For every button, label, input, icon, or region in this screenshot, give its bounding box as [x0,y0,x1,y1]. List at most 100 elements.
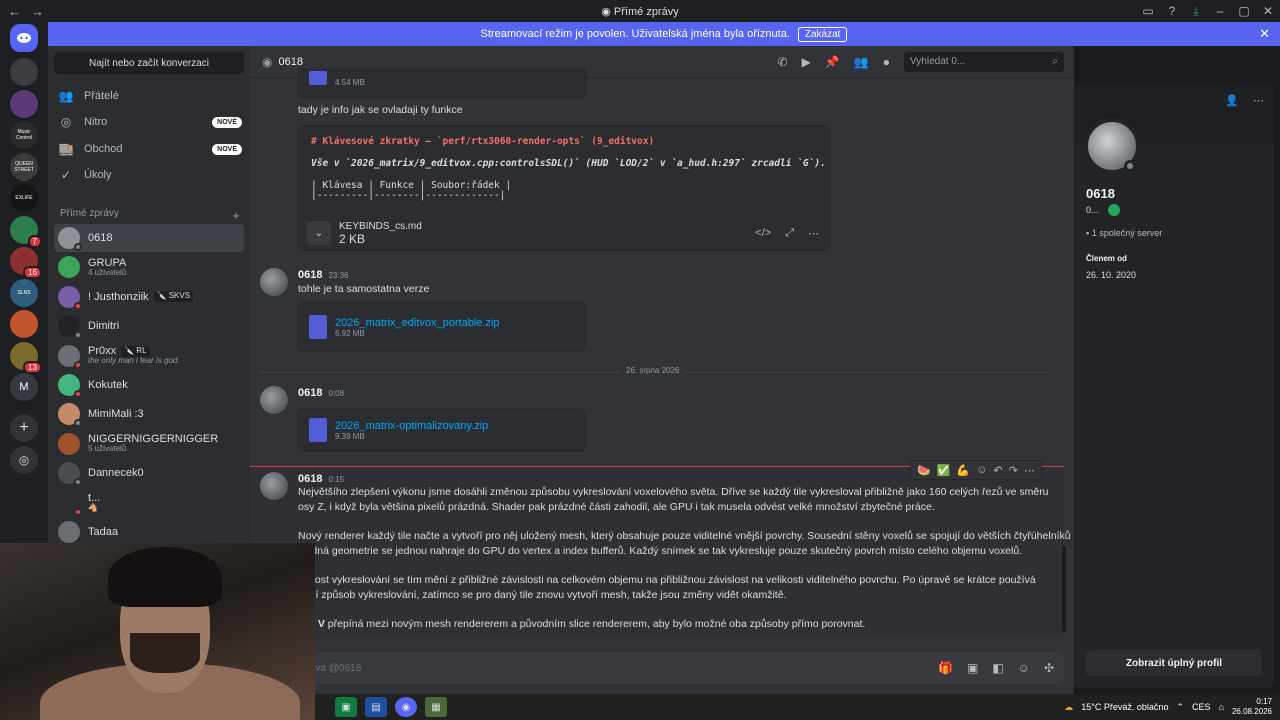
watermelon-reaction-icon[interactable]: 🍉 [917,464,931,477]
dm-item[interactable]: NIGGERNIGGERNIGGER 5 uživatelů [54,430,244,458]
add-server-button[interactable]: + [10,414,38,442]
message-composer[interactable]: áva @0618 🎁 ▣ ◧ ☺ ✣ [260,652,1064,684]
server-icon[interactable]: Music Control [10,121,38,149]
file-link[interactable]: 2026_matrix-optimalizovany.zip [335,420,488,432]
taskbar-app-icon[interactable]: ▣ [335,697,357,717]
mutual-servers[interactable]: ▪ 1 společný server [1086,228,1162,238]
clock[interactable]: 0:17 26.08.2026 [1232,697,1272,716]
view-code-icon[interactable]: </> [755,227,771,240]
file-attachment-top[interactable]: 4.54 MB [298,68,586,98]
message-author[interactable]: 0618 23:36 [298,269,349,281]
file-link[interactable]: 2026_matrix_editvox_portable.zip [335,317,500,329]
server-icon[interactable] [10,58,38,86]
profile-more-icon[interactable]: ⋯ [1253,94,1264,107]
server-icon[interactable]: EXLIFE [10,184,38,212]
taskbar-app-icon[interactable]: ▤ [365,697,387,717]
taskbar-discord-icon[interactable]: ◉ [395,697,417,717]
server-icon[interactable]: 7 [10,215,42,248]
message-author[interactable]: 0618 0:15 [298,473,344,485]
dm-item[interactable]: Dannecek0 [54,459,244,487]
message-author[interactable]: 0618 0:08 [298,387,344,399]
explore-servers-button[interactable]: ◎ [10,446,38,474]
minimize-button[interactable]: – [1208,0,1232,22]
network-icon[interactable]: ⌂ [1219,702,1224,712]
language-indicator[interactable]: CES [1192,702,1211,712]
help-icon[interactable]: ? [1160,0,1184,22]
nav-item-nitro[interactable]: ◎ Nitro NOVÉ [58,110,242,134]
video-call-icon[interactable]: ▶ [802,55,811,69]
zip-file-icon [309,418,327,442]
server-label: SLNS [17,289,31,296]
home-button[interactable] [10,24,38,52]
unread-badge: 7 [27,234,42,248]
nav-item-friends[interactable]: 👥 Přátelé [58,84,242,108]
close-banner-icon[interactable]: ✕ [1259,26,1270,42]
dm-item[interactable]: 0618 [54,224,244,252]
emoji-icon[interactable]: ☺ [1018,661,1030,675]
dm-item[interactable]: Dimitri [54,312,244,340]
gift-icon[interactable]: 🎁 [938,661,953,675]
dm-item[interactable]: GRUPA 4 uživatelů [54,253,244,281]
avatar[interactable] [260,386,288,414]
chat-search-input[interactable]: Vyhledat 0... ⌕ [904,51,1064,72]
nav-item-quests[interactable]: ✓ Úkoly [58,163,242,187]
download-icon[interactable]: ⤓ [1184,0,1208,22]
server-icon[interactable]: M [10,373,38,401]
author-name[interactable]: 0618 [298,269,322,281]
view-full-profile-button[interactable]: Zobrazit úplný profil [1086,650,1262,676]
dm-item[interactable]: t... 🐴 [54,489,244,517]
inbox-icon[interactable]: ▭ [1136,0,1160,22]
status-dot [74,243,82,251]
avatar[interactable] [260,472,288,500]
forward-icon[interactable]: → [31,4,44,19]
apps-icon[interactable]: ✣ [1044,661,1054,675]
server-icon[interactable] [10,89,38,118]
close-window-button[interactable]: ✕ [1256,0,1280,22]
create-dm-icon[interactable]: + [232,208,240,223]
user-profile-icon[interactable]: ● [883,55,890,69]
server-icon[interactable]: SLNS [10,278,38,307]
dm-item[interactable]: ! Justhonziik 🔪 SKVS [54,283,244,311]
code-file-name[interactable]: KEYBINDS_cs.md [339,221,422,232]
more-icon[interactable]: ⋯ [808,227,819,240]
pinned-icon[interactable]: 📌 [825,55,840,69]
taskbar-app-icon[interactable]: ▦ [425,697,447,717]
clan-tag: 🔪 RL [121,345,150,357]
chat-scrollbar[interactable] [1062,546,1066,632]
maximize-button[interactable]: ▢ [1232,0,1256,22]
forward-icon[interactable]: ↷ [1009,464,1018,477]
server-icon[interactable]: QUEEN STREET [10,152,38,181]
dm-item[interactable]: Kokutek [54,371,244,399]
author-name[interactable]: 0618 [298,473,322,485]
voice-call-icon[interactable]: ✆ [778,55,788,69]
file-attachment[interactable]: 2026_matrix_editvox_portable.zip 6.92 MB [298,302,586,352]
find-conversation-button[interactable]: Najít nebo začít konverzaci [54,52,244,74]
more-actions-icon[interactable]: ⋯ [1024,464,1035,477]
mutual-servers-text: 1 společný server [1091,228,1163,238]
dm-item[interactable]: MimiMali :3 [54,400,244,428]
weather-text[interactable]: 15°C Převáž. oblačno [1081,702,1168,712]
dm-item[interactable]: Pr0xx 🔪 RL the only man i fear is god. [54,342,244,370]
open-external-icon[interactable]: ⤢ [785,227,794,240]
nav-item-shop[interactable]: 🏬 Obchod NOVÉ [58,137,242,161]
expand-chevron-icon[interactable]: ⌄ [307,221,331,245]
gif-icon[interactable]: ▣ [967,661,978,675]
server-icon[interactable]: 13 [10,341,42,374]
sticker-icon[interactable]: ◧ [992,661,1003,675]
server-icon[interactable] [10,310,38,338]
file-attachment[interactable]: 2026_matrix-optimalizovany.zip 9.39 MB [298,408,586,452]
reply-icon[interactable]: ↶ [993,464,1002,477]
muscle-reaction-icon[interactable]: 💪 [956,464,970,477]
tray-chevron-icon[interactable]: ⌃ [1176,702,1184,713]
key-highlight: V [317,618,325,630]
avatar[interactable] [260,268,288,296]
add-reaction-icon[interactable]: ☺ [976,464,987,476]
server-icon[interactable]: 16 [10,247,42,279]
disable-streamer-mode-button[interactable]: Zakázat [797,26,848,42]
author-name[interactable]: 0618 [298,387,322,399]
back-icon[interactable]: ← [8,4,21,19]
add-friend-icon[interactable]: 👤 [1225,94,1239,107]
add-friends-icon[interactable]: 👥 [854,55,869,69]
dm-item[interactable]: Tadaa [54,518,244,546]
check-reaction-icon[interactable]: ✅ [937,464,951,477]
